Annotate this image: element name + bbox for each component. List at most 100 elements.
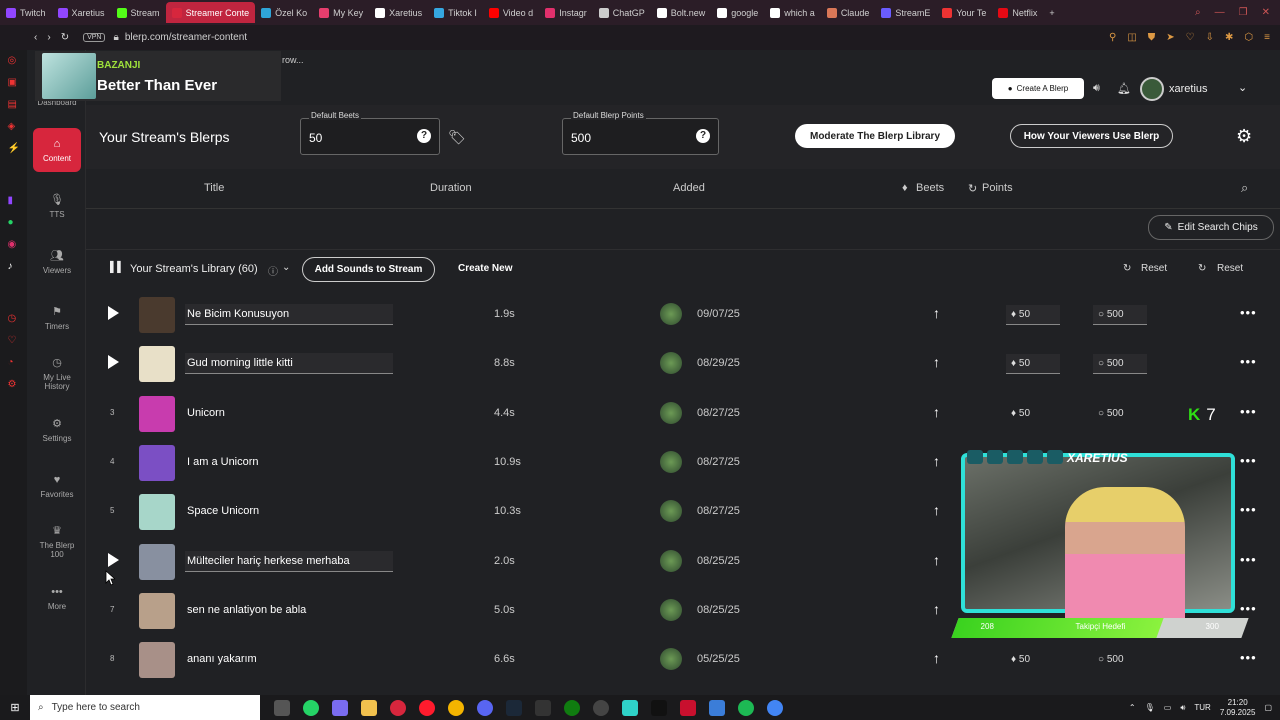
spotify-icon[interactable]	[738, 699, 754, 716]
library-name[interactable]: Your Stream's Library (60)	[130, 263, 258, 275]
moderate-library-button[interactable]: Moderate The Blerp Library	[795, 124, 955, 148]
search-icon[interactable]: ⌕	[1241, 180, 1248, 196]
camera-icon[interactable]: ◫	[1127, 32, 1136, 43]
menu-icon[interactable]: ≡	[1264, 32, 1270, 43]
streamer-bot-icon[interactable]	[680, 699, 696, 716]
column-points[interactable]: Points	[982, 182, 1013, 194]
search-tabs-icon[interactable]: ⌕	[1195, 7, 1201, 18]
gear-icon[interactable]: ⚙	[1236, 126, 1252, 147]
nav-item-more[interactable]: ••• More	[33, 576, 81, 620]
volume-icon[interactable]: 🔊︎	[1180, 703, 1185, 713]
add-sounds-button[interactable]: Add Sounds to Stream	[302, 257, 435, 282]
tag-icon[interactable]: 🏷︎	[448, 129, 466, 146]
blerp-title[interactable]: Space Unicorn	[185, 501, 393, 522]
browser-tab[interactable]: Bolt.new	[651, 2, 712, 23]
aria-icon[interactable]: ▣	[8, 77, 20, 89]
browser-tab[interactable]: Netflix	[992, 2, 1043, 23]
beets-field[interactable]: ♦ 50	[1006, 650, 1060, 670]
blerp-title[interactable]: Mülteciler hariç herkese merhaba	[185, 550, 393, 572]
notifications-icon[interactable]: ▢	[1264, 703, 1272, 712]
browser-tab[interactable]: StreamE	[875, 2, 936, 23]
default-points-field[interactable]: Default Blerp Points 500 ?	[562, 111, 719, 155]
chevron-down-icon[interactable]: ⌄	[282, 262, 290, 273]
extensions-icon[interactable]: ⬡	[1244, 32, 1253, 43]
table-row[interactable]: Gud morning little kitti 8.8s 08/29/25 ↑ ♦ 5…	[86, 339, 1280, 388]
blerp-title[interactable]: ananı yakarım	[185, 649, 393, 670]
task-view-icon[interactable]	[274, 699, 290, 716]
how-viewers-use-button[interactable]: How Your Viewers Use Blerp	[1010, 124, 1173, 148]
nav-item-my-live-history[interactable]: ◷ My Live History	[33, 352, 81, 396]
browser-tab[interactable]: which a	[764, 2, 821, 23]
instagram-sidebar-icon[interactable]: ◉	[8, 239, 20, 251]
heart-sidebar-icon[interactable]: ♡	[8, 335, 20, 347]
blerp-title[interactable]: sen ne anlatiyon be abla	[185, 600, 393, 621]
browser-tab[interactable]: Streamer Conte	[165, 2, 256, 23]
back-icon[interactable]: ‹	[34, 32, 37, 43]
nav-item-favorites[interactable]: ♥ Favorites	[33, 464, 81, 508]
copilot-icon[interactable]	[332, 699, 348, 716]
arrow-up-icon[interactable]: ↑	[933, 552, 940, 568]
nav-item-tts[interactable]: 🎙︎ TTS	[33, 184, 81, 228]
discord-icon[interactable]	[477, 699, 493, 716]
reload-icon[interactable]: ↻	[61, 32, 69, 43]
beets-field[interactable]: ♦ 50	[1006, 305, 1060, 325]
arrow-up-icon[interactable]: ↑	[933, 404, 940, 420]
language-indicator[interactable]: TUR	[1194, 703, 1210, 712]
points-field[interactable]: ○ 500	[1093, 404, 1147, 424]
twitch-sidebar-icon[interactable]: ▮	[8, 195, 20, 207]
pin-icon[interactable]: ⚲	[1109, 32, 1116, 43]
browser-tab[interactable]: Xaretius	[52, 2, 111, 23]
blerp-thumbnail[interactable]	[139, 543, 175, 580]
nav-item-settings[interactable]: ⚙ Settings	[33, 408, 81, 452]
whatsapp-sidebar-icon[interactable]: ●	[8, 217, 20, 229]
column-added[interactable]: Added	[673, 182, 705, 194]
browser-tab[interactable]: Instagr	[539, 2, 593, 23]
info-icon[interactable]: ⓘ	[268, 263, 278, 278]
arrow-up-icon[interactable]: ↑	[933, 502, 940, 518]
close-icon[interactable]: ✕	[1262, 7, 1270, 18]
table-row[interactable]: Ne Bicim Konusuyon 1.9s 09/07/25 ↑ ♦ 50 ○ 500…	[86, 290, 1280, 339]
whatsapp-icon[interactable]	[303, 699, 319, 716]
network-icon[interactable]: ▭	[1164, 703, 1172, 712]
browser-tab[interactable]: Tiktok I	[428, 2, 483, 23]
url-field[interactable]: blerp.com/streamer-content	[125, 32, 247, 43]
app-icon[interactable]	[709, 699, 725, 716]
create-blerp-button[interactable]: ● Create A Blerp	[992, 78, 1084, 99]
browser-tab[interactable]: Twitch	[0, 2, 52, 23]
beets-field[interactable]: ♦ 50	[1006, 404, 1060, 424]
settings-sidebar-icon[interactable]: ⚙	[8, 379, 20, 391]
play-icon[interactable]	[108, 306, 119, 320]
username[interactable]: xaretius	[1169, 83, 1208, 95]
points-field[interactable]: ○ 500	[1093, 354, 1147, 375]
table-row[interactable]: 8 ananı yakarım 6.6s 05/25/25 ↑ ♦ 50 ○ 500 •••	[86, 635, 1280, 684]
notification-area-icon[interactable]: ⌃	[1129, 703, 1136, 712]
minimize-icon[interactable]: —	[1215, 7, 1225, 18]
more-options-icon[interactable]: •••	[1240, 305, 1257, 320]
edit-search-chips-button[interactable]: ✎ Edit Search Chips	[1148, 215, 1274, 240]
blerp-thumbnail[interactable]	[139, 346, 175, 383]
blerp-thumbnail[interactable]	[139, 592, 175, 629]
play-icon[interactable]	[108, 355, 119, 370]
nav-item-content[interactable]: ⌂ Content	[33, 128, 81, 172]
arrow-up-icon[interactable]: ↑	[933, 354, 940, 370]
create-new-button[interactable]: Create New	[458, 263, 512, 274]
send-icon[interactable]: ➤	[1166, 32, 1174, 43]
opera-icon[interactable]	[419, 699, 435, 716]
opera-gx-icon[interactable]	[390, 699, 406, 716]
default-points-value[interactable]: 500	[571, 131, 591, 145]
table-row[interactable]: 3 Unicorn 4.4s 08/27/25 ↑ ♦ 50 ○ 500 •••	[86, 389, 1280, 438]
blerp-thumbnail[interactable]	[139, 444, 175, 481]
nav-item-timers[interactable]: ⚑ Timers	[33, 296, 81, 340]
column-title[interactable]: Title	[204, 182, 224, 194]
arrow-up-icon[interactable]: ↑	[933, 453, 940, 469]
steam-icon[interactable]	[506, 699, 522, 716]
arrow-up-icon[interactable]: ↑	[933, 601, 940, 617]
tiktok-sidebar-icon[interactable]: ♪	[8, 261, 20, 273]
clock-sidebar-icon[interactable]: ◔	[8, 357, 20, 369]
help-icon[interactable]: ?	[696, 129, 710, 143]
arrow-up-icon[interactable]: ↑	[933, 650, 940, 666]
blerp-title[interactable]: Gud morning little kitti	[185, 353, 393, 375]
opera-icon[interactable]: ◎	[8, 55, 20, 67]
maximize-icon[interactable]: ❐	[1239, 7, 1248, 18]
browser-tab[interactable]: Your Te	[936, 2, 992, 23]
